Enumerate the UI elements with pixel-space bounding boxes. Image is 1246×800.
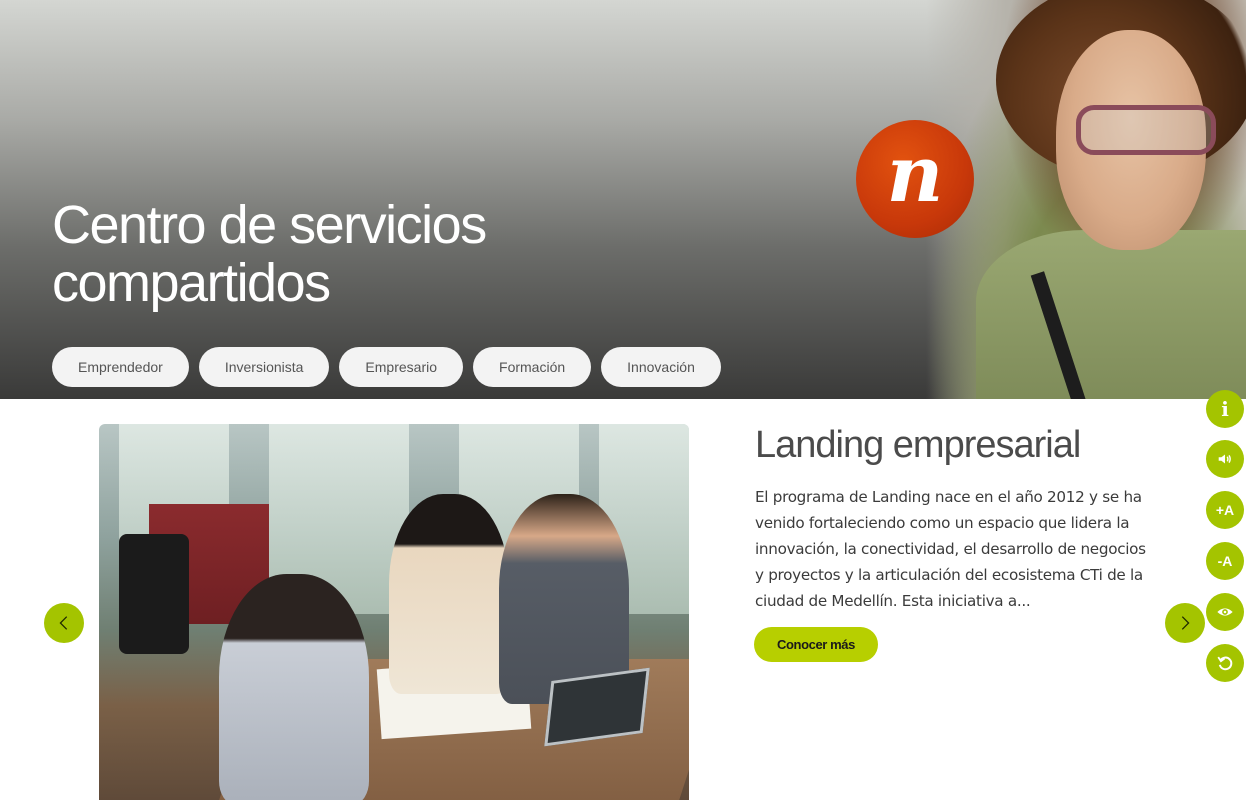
hero-banner: n Centro de servicios compartidos Empren… — [0, 0, 1246, 399]
slide-description: El programa de Landing nace en el año 20… — [755, 488, 1146, 610]
hero-photo — [926, 0, 1246, 399]
increase-text-icon: +A — [1215, 502, 1235, 518]
slider-prev-button[interactable] — [44, 603, 84, 643]
eye-icon — [1217, 608, 1233, 616]
page-title: Centro de servicios compartidos — [52, 195, 487, 313]
category-pill-innovacion[interactable]: Innovación — [601, 347, 721, 387]
decrease-text-button[interactable]: -A — [1206, 542, 1244, 580]
info-icon: i — [1221, 397, 1229, 421]
read-aloud-button[interactable] — [1206, 440, 1244, 478]
brand-logo: n — [856, 120, 974, 238]
category-pill-emprendedor[interactable]: Emprendedor — [52, 347, 189, 387]
chevron-left-icon — [59, 616, 68, 630]
brand-logo-letter: n — [886, 129, 944, 220]
category-pill-empresario[interactable]: Empresario — [339, 347, 464, 387]
speaker-icon — [1218, 454, 1231, 464]
slider-next-button[interactable] — [1165, 603, 1205, 643]
learn-more-button[interactable]: Conocer más — [754, 627, 878, 662]
chevron-right-icon — [1181, 616, 1190, 630]
slide-image — [99, 424, 689, 800]
category-pills: Emprendedor Inversionista Empresario For… — [52, 347, 721, 387]
reset-icon — [1217, 656, 1233, 671]
contrast-button[interactable] — [1206, 593, 1244, 631]
category-pill-inversionista[interactable]: Inversionista — [198, 347, 330, 387]
slide-title: Landing empresarial — [755, 424, 1081, 466]
category-pill-formacion[interactable]: Formación — [473, 347, 592, 387]
increase-text-button[interactable]: +A — [1206, 491, 1244, 529]
reset-button[interactable] — [1206, 644, 1244, 682]
decrease-text-icon: -A — [1217, 553, 1233, 569]
info-button[interactable]: i — [1206, 390, 1244, 428]
